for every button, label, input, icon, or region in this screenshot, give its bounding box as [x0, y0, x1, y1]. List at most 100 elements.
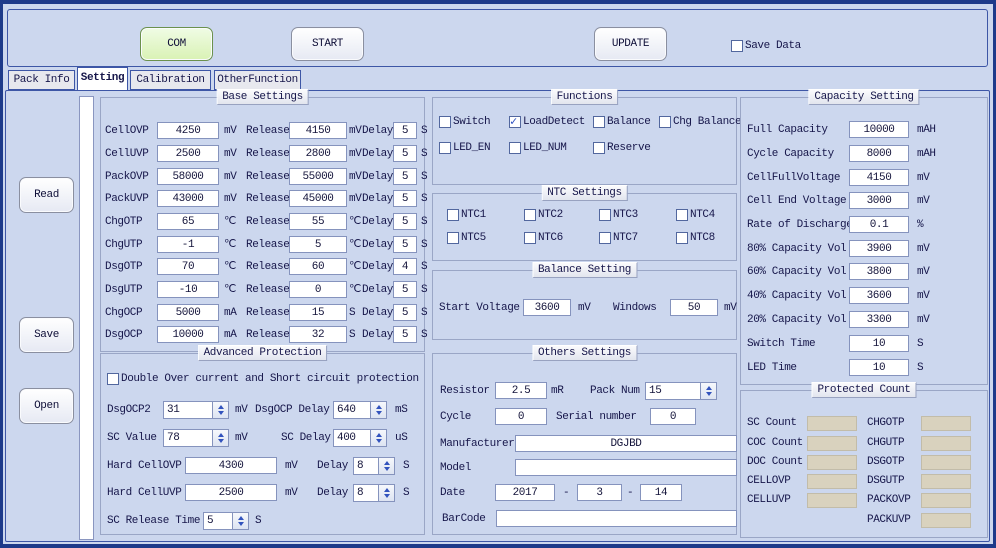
- base-value-input[interactable]: [157, 326, 219, 343]
- base-delay-input[interactable]: [393, 326, 417, 343]
- balance-checkbox[interactable]: [593, 116, 605, 128]
- spinner-buttons[interactable]: [371, 429, 387, 447]
- capacity-value-input[interactable]: [849, 145, 909, 162]
- tab-other-function[interactable]: OtherFunction: [214, 70, 301, 90]
- double-protection-checkbox-item[interactable]: Double Over current and Short circuit pr…: [107, 372, 419, 386]
- spinner-buttons[interactable]: [379, 457, 395, 475]
- base-value-input[interactable]: [157, 236, 219, 253]
- capacity-value-input[interactable]: [849, 335, 909, 352]
- capacity-value-input[interactable]: [849, 311, 909, 328]
- sc-value-input[interactable]: [163, 429, 213, 447]
- ntc8-checkbox[interactable]: [676, 232, 688, 244]
- date-day-input[interactable]: [640, 484, 682, 501]
- resistor-input[interactable]: [495, 382, 547, 399]
- date-month-input[interactable]: [577, 484, 622, 501]
- save-button[interactable]: Save: [19, 317, 74, 353]
- base-value-input[interactable]: [157, 304, 219, 321]
- ntc-checkbox-item[interactable]: NTC1: [447, 208, 486, 222]
- base-release-input[interactable]: [289, 281, 347, 298]
- double-protection-checkbox[interactable]: [107, 373, 119, 385]
- chg-balance-checkbox[interactable]: [659, 116, 671, 128]
- barcode-input[interactable]: [496, 510, 737, 527]
- base-delay-input[interactable]: [393, 258, 417, 275]
- base-release-input[interactable]: [289, 236, 347, 253]
- spinner-buttons[interactable]: [233, 512, 249, 530]
- led-num-checkbox[interactable]: [509, 142, 521, 154]
- pack-num-input[interactable]: [645, 382, 701, 400]
- dsgocp-delay-input[interactable]: [333, 401, 371, 419]
- ntc-checkbox-item[interactable]: NTC3: [599, 208, 638, 222]
- ntc-checkbox-item[interactable]: NTC6: [524, 231, 563, 245]
- reserve-checkbox[interactable]: [593, 142, 605, 154]
- ntc6-checkbox[interactable]: [524, 232, 536, 244]
- loaddetect-checkbox[interactable]: [509, 116, 521, 128]
- base-delay-input[interactable]: [393, 190, 417, 207]
- base-delay-input[interactable]: [393, 281, 417, 298]
- ntc-checkbox-item[interactable]: NTC4: [676, 208, 715, 222]
- start-voltage-input[interactable]: [523, 299, 571, 316]
- start-button[interactable]: START: [291, 27, 364, 61]
- update-button[interactable]: UPDATE: [594, 27, 667, 61]
- serial-number-input[interactable]: [650, 408, 696, 425]
- base-value-input[interactable]: [157, 122, 219, 139]
- hard-cellovp-delay-input[interactable]: [353, 457, 379, 475]
- capacity-value-input[interactable]: [849, 287, 909, 304]
- open-button[interactable]: Open: [19, 388, 74, 424]
- spinner-buttons[interactable]: [213, 401, 229, 419]
- base-delay-input[interactable]: [393, 213, 417, 230]
- ntc7-checkbox[interactable]: [599, 232, 611, 244]
- hard-celluvp-input[interactable]: [185, 484, 277, 501]
- function-checkbox-item[interactable]: Balance: [593, 115, 650, 129]
- base-value-input[interactable]: [157, 190, 219, 207]
- ntc5-checkbox[interactable]: [447, 232, 459, 244]
- base-value-input[interactable]: [157, 213, 219, 230]
- function-checkbox-item[interactable]: LED_NUM: [509, 141, 566, 155]
- led-en-checkbox[interactable]: [439, 142, 451, 154]
- ntc2-checkbox[interactable]: [524, 209, 536, 221]
- ntc-checkbox-item[interactable]: NTC7: [599, 231, 638, 245]
- base-delay-input[interactable]: [393, 145, 417, 162]
- base-release-input[interactable]: [289, 258, 347, 275]
- model-input[interactable]: [515, 459, 737, 476]
- function-checkbox-item[interactable]: Chg Balance: [659, 115, 741, 129]
- base-release-input[interactable]: [289, 304, 347, 321]
- hard-cellovp-input[interactable]: [185, 457, 277, 474]
- function-checkbox-item[interactable]: LED_EN: [439, 141, 490, 155]
- ntc4-checkbox[interactable]: [676, 209, 688, 221]
- ntc1-checkbox[interactable]: [447, 209, 459, 221]
- base-delay-input[interactable]: [393, 122, 417, 139]
- base-value-input[interactable]: [157, 168, 219, 185]
- save-data-checkbox-item[interactable]: Save Data: [731, 39, 801, 53]
- com-button[interactable]: COM: [140, 27, 213, 61]
- windows-input[interactable]: [670, 299, 718, 316]
- ntc-checkbox-item[interactable]: NTC5: [447, 231, 486, 245]
- base-release-input[interactable]: [289, 326, 347, 343]
- capacity-value-input[interactable]: [849, 216, 909, 233]
- spinner-buttons[interactable]: [701, 382, 717, 400]
- base-delay-input[interactable]: [393, 304, 417, 321]
- manufacturer-input[interactable]: [515, 435, 737, 452]
- base-release-input[interactable]: [289, 122, 347, 139]
- capacity-value-input[interactable]: [849, 192, 909, 209]
- base-value-input[interactable]: [157, 145, 219, 162]
- ntc3-checkbox[interactable]: [599, 209, 611, 221]
- capacity-value-input[interactable]: [849, 263, 909, 280]
- tab-setting[interactable]: Setting: [77, 67, 128, 90]
- base-value-input[interactable]: [157, 281, 219, 298]
- base-value-input[interactable]: [157, 258, 219, 275]
- dsgocp2-input[interactable]: [163, 401, 213, 419]
- save-data-checkbox[interactable]: [731, 40, 743, 52]
- ntc-checkbox-item[interactable]: NTC8: [676, 231, 715, 245]
- tab-pack-info[interactable]: Pack Info: [8, 70, 75, 90]
- sc-delay-input[interactable]: [333, 429, 371, 447]
- base-release-input[interactable]: [289, 213, 347, 230]
- spinner-buttons[interactable]: [213, 429, 229, 447]
- capacity-value-input[interactable]: [849, 359, 909, 376]
- spinner-buttons[interactable]: [379, 484, 395, 502]
- function-checkbox-item[interactable]: Switch: [439, 115, 490, 129]
- function-checkbox-item[interactable]: Reserve: [593, 141, 650, 155]
- tab-calibration[interactable]: Calibration: [130, 70, 211, 90]
- base-release-input[interactable]: [289, 145, 347, 162]
- capacity-value-input[interactable]: [849, 121, 909, 138]
- base-release-input[interactable]: [289, 190, 347, 207]
